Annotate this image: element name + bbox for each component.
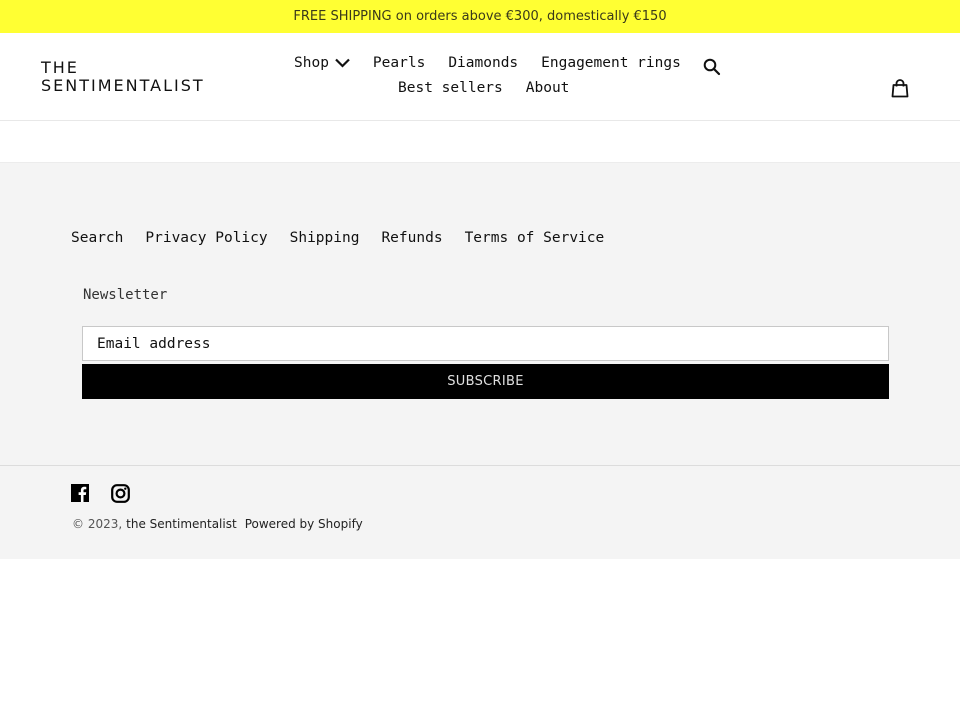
nav-item-shop[interactable]: Shop	[294, 54, 350, 72]
nav-item-label: Shop	[294, 55, 329, 71]
site-logo[interactable]: THE SENTIMENTALIST	[41, 59, 205, 95]
instagram-link[interactable]	[111, 484, 130, 503]
footer-link-shipping[interactable]: Shipping	[290, 230, 360, 246]
cart-bag-icon	[891, 79, 909, 98]
cart-button[interactable]	[891, 79, 909, 98]
main-nav-row-2: Best sellers About	[398, 79, 592, 97]
footer-link-terms-of-service[interactable]: Terms of Service	[465, 230, 605, 246]
footer-divider	[0, 465, 960, 466]
social-links	[71, 484, 152, 503]
search-button[interactable]	[703, 58, 721, 76]
instagram-icon	[111, 484, 130, 503]
announcement-bar: FREE SHIPPING on orders above €300, dome…	[0, 0, 960, 33]
footer-link-refunds[interactable]: Refunds	[381, 230, 442, 246]
newsletter-email-input[interactable]	[82, 326, 889, 361]
footer-links: Search Privacy Policy Shipping Refunds T…	[71, 230, 626, 246]
chevron-down-icon	[335, 58, 350, 68]
announcement-text: FREE SHIPPING on orders above €300, dome…	[293, 9, 667, 24]
search-icon	[703, 58, 721, 76]
logo-line-1: THE	[41, 58, 79, 77]
nav-item-diamonds[interactable]: Diamonds	[448, 54, 518, 72]
copyright-year: © 2023,	[72, 517, 123, 531]
main-nav-row-1: Shop Pearls Diamonds Engagement rings	[294, 54, 704, 72]
nav-item-pearls[interactable]: Pearls	[373, 54, 425, 72]
facebook-link[interactable]	[71, 484, 89, 503]
subscribe-button[interactable]: SUBSCRIBE	[82, 364, 889, 399]
newsletter-heading: Newsletter	[83, 287, 168, 303]
site-header: THE SENTIMENTALIST Shop Pearls Diamonds …	[0, 33, 960, 121]
site-footer: Search Privacy Policy Shipping Refunds T…	[0, 162, 960, 559]
footer-link-privacy-policy[interactable]: Privacy Policy	[145, 230, 267, 246]
nav-item-best-sellers[interactable]: Best sellers	[398, 79, 503, 97]
footer-link-search[interactable]: Search	[71, 230, 123, 246]
powered-by-shopify-link[interactable]: Powered by Shopify	[245, 517, 363, 531]
nav-item-about[interactable]: About	[526, 79, 570, 97]
logo-line-2: SENTIMENTALIST	[41, 76, 205, 95]
copyright: © 2023, the Sentimentalist Powered by Sh…	[72, 517, 363, 531]
store-name-link[interactable]: the Sentimentalist	[126, 517, 237, 531]
facebook-icon	[71, 484, 89, 502]
nav-item-engagement-rings[interactable]: Engagement rings	[541, 54, 681, 72]
